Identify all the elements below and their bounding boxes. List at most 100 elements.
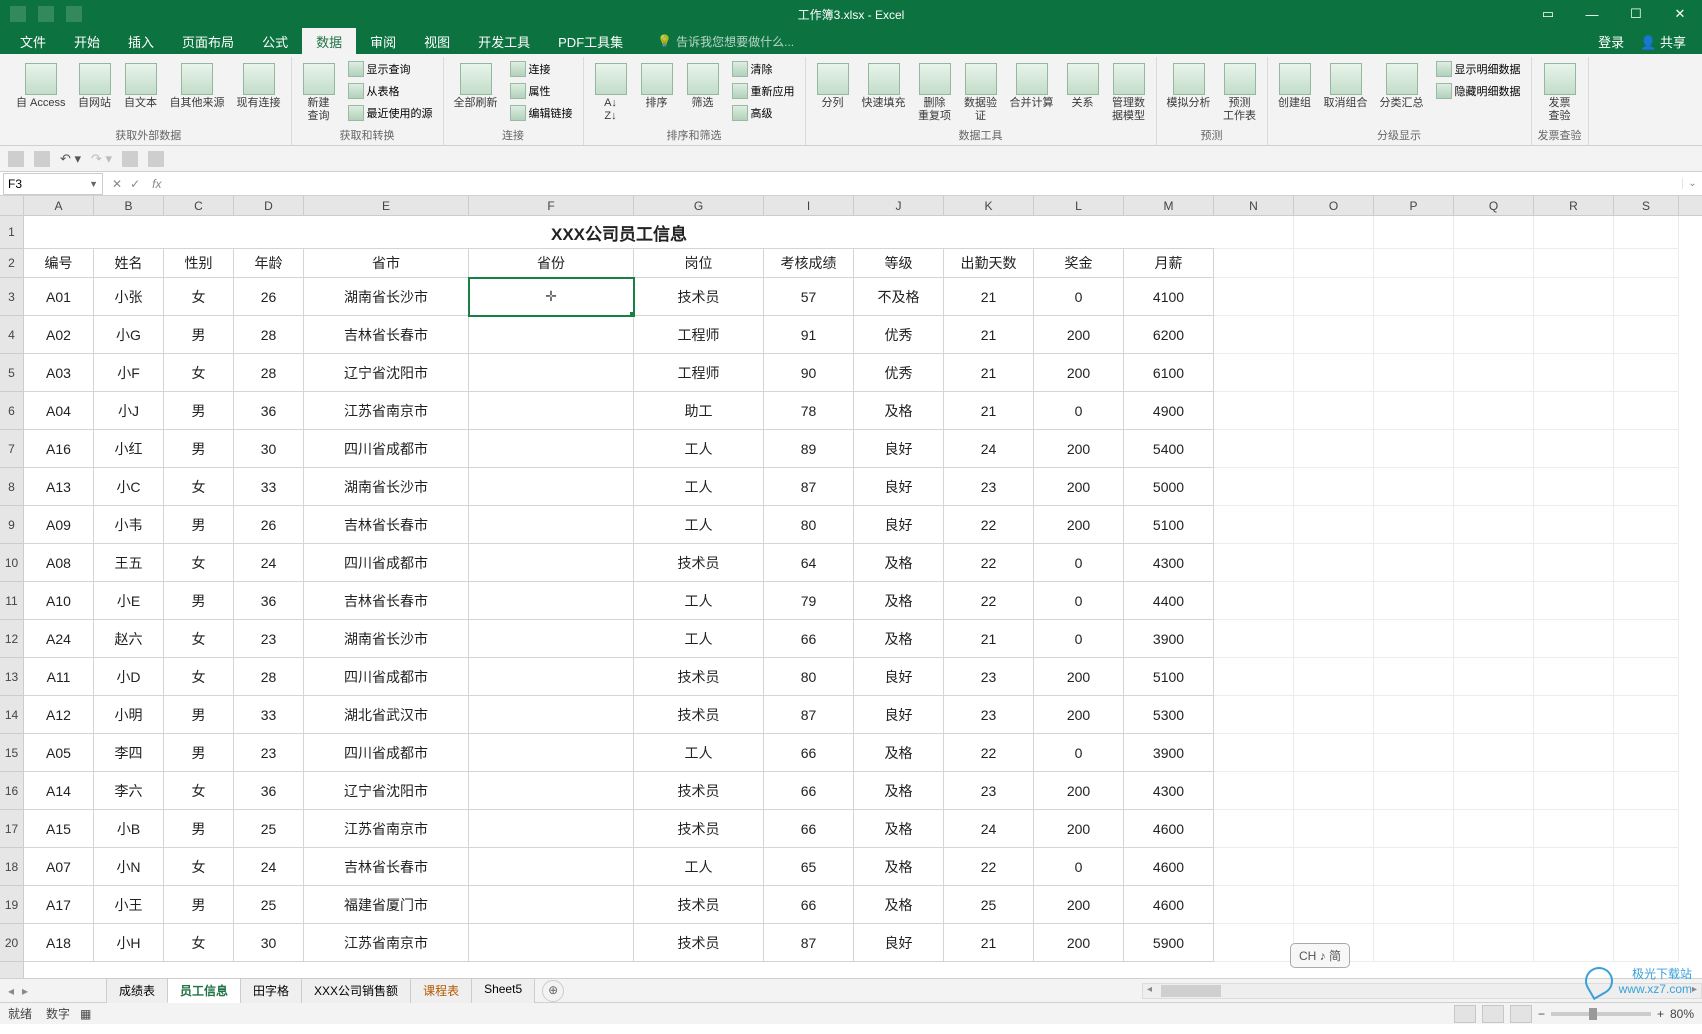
cell[interactable]: [1374, 216, 1454, 249]
col-header-P[interactable]: P: [1374, 196, 1454, 215]
cell[interactable]: [1614, 848, 1679, 886]
cell[interactable]: A04: [24, 392, 94, 430]
cell[interactable]: 考核成绩: [764, 249, 854, 278]
sheet-tab-4[interactable]: 课程表: [410, 978, 472, 1003]
cell[interactable]: 23: [944, 772, 1034, 810]
cell[interactable]: 5300: [1124, 696, 1214, 734]
cell[interactable]: [1214, 924, 1294, 962]
sheet-tab-1[interactable]: 员工信息: [167, 978, 241, 1003]
cell[interactable]: 21: [944, 620, 1034, 658]
col-header-L[interactable]: L: [1034, 196, 1124, 215]
cell[interactable]: 吉林省长春市: [304, 506, 469, 544]
macro-record-icon[interactable]: ▦: [80, 1007, 91, 1021]
cell[interactable]: 女: [164, 544, 234, 582]
ribbon-btn-2-0[interactable]: 全部刷新: [450, 59, 502, 114]
cell[interactable]: [1454, 886, 1534, 924]
cell[interactable]: [1534, 392, 1614, 430]
cell[interactable]: 技术员: [634, 886, 764, 924]
row-header-6[interactable]: 6: [0, 392, 23, 430]
cell[interactable]: 男: [164, 696, 234, 734]
col-header-R[interactable]: R: [1534, 196, 1614, 215]
ribbon-btn-6-0[interactable]: 创建组: [1274, 59, 1316, 114]
cell[interactable]: 200: [1034, 468, 1124, 506]
ribbon-btn-4-5[interactable]: 关系: [1062, 59, 1104, 114]
cell[interactable]: [1214, 848, 1294, 886]
cell[interactable]: [1534, 544, 1614, 582]
cell[interactable]: 30: [234, 430, 304, 468]
cell[interactable]: [469, 620, 634, 658]
row-header-19[interactable]: 19: [0, 886, 23, 924]
cell[interactable]: [1454, 734, 1534, 772]
cell[interactable]: 四川省成都市: [304, 658, 469, 696]
cell[interactable]: 22: [944, 506, 1034, 544]
cell[interactable]: [1214, 886, 1294, 924]
menu-tab-3[interactable]: 页面布局: [168, 28, 248, 55]
tell-me-search[interactable]: 💡 告诉我您想要做什么...: [657, 33, 794, 50]
cell[interactable]: [1534, 216, 1614, 249]
cell[interactable]: [1374, 924, 1454, 962]
col-header-F[interactable]: F: [469, 196, 634, 215]
cell[interactable]: [1294, 734, 1374, 772]
cell[interactable]: 4400: [1124, 582, 1214, 620]
cell[interactable]: [1374, 772, 1454, 810]
cell[interactable]: 李四: [94, 734, 164, 772]
cell[interactable]: [1614, 582, 1679, 620]
cell[interactable]: [1614, 696, 1679, 734]
cell[interactable]: [1614, 772, 1679, 810]
cell[interactable]: [1534, 696, 1614, 734]
cell[interactable]: 小张: [94, 278, 164, 316]
cell[interactable]: 57: [764, 278, 854, 316]
cell[interactable]: 200: [1034, 658, 1124, 696]
qat-btn-2[interactable]: [34, 151, 50, 167]
cell[interactable]: A08: [24, 544, 94, 582]
ribbon-btn-0-2[interactable]: 自文本: [120, 59, 162, 114]
cell[interactable]: 36: [234, 392, 304, 430]
cell[interactable]: [1614, 216, 1679, 249]
row-header-15[interactable]: 15: [0, 734, 23, 772]
cell[interactable]: 良好: [854, 696, 944, 734]
ribbon-btn-3-2[interactable]: 筛选: [682, 59, 724, 114]
cell[interactable]: 及格: [854, 810, 944, 848]
cell[interactable]: [1214, 506, 1294, 544]
row-header-5[interactable]: 5: [0, 354, 23, 392]
cell[interactable]: [469, 886, 634, 924]
cell[interactable]: 女: [164, 354, 234, 392]
minimize-button[interactable]: —: [1570, 0, 1614, 28]
cell[interactable]: 28: [234, 354, 304, 392]
cell[interactable]: [1534, 848, 1614, 886]
cell[interactable]: [1294, 582, 1374, 620]
cell[interactable]: 66: [764, 620, 854, 658]
cell[interactable]: [1374, 582, 1454, 620]
cell[interactable]: [1294, 278, 1374, 316]
cell[interactable]: 200: [1034, 772, 1124, 810]
cell[interactable]: [1614, 430, 1679, 468]
cell[interactable]: 26: [234, 506, 304, 544]
row-header-14[interactable]: 14: [0, 696, 23, 734]
cell[interactable]: 王五: [94, 544, 164, 582]
row-header-16[interactable]: 16: [0, 772, 23, 810]
cell[interactable]: 87: [764, 468, 854, 506]
row-header-8[interactable]: 8: [0, 468, 23, 506]
cell[interactable]: 技术员: [634, 696, 764, 734]
cell[interactable]: [1374, 506, 1454, 544]
row-header-7[interactable]: 7: [0, 430, 23, 468]
cell[interactable]: [1454, 354, 1534, 392]
cell[interactable]: 月薪: [1124, 249, 1214, 278]
cell[interactable]: [469, 544, 634, 582]
cell[interactable]: 4600: [1124, 810, 1214, 848]
cell[interactable]: 四川省成都市: [304, 544, 469, 582]
cell[interactable]: 23: [234, 620, 304, 658]
cell[interactable]: [1294, 392, 1374, 430]
cell[interactable]: [1214, 468, 1294, 506]
cell[interactable]: [1614, 316, 1679, 354]
col-header-J[interactable]: J: [854, 196, 944, 215]
cell[interactable]: 3900: [1124, 620, 1214, 658]
cell[interactable]: 男: [164, 430, 234, 468]
menu-tab-0[interactable]: 文件: [6, 28, 60, 55]
cell[interactable]: 男: [164, 316, 234, 354]
cell[interactable]: 28: [234, 316, 304, 354]
cell[interactable]: [1454, 658, 1534, 696]
cell[interactable]: [469, 696, 634, 734]
cell[interactable]: 及格: [854, 734, 944, 772]
cell[interactable]: 技术员: [634, 658, 764, 696]
